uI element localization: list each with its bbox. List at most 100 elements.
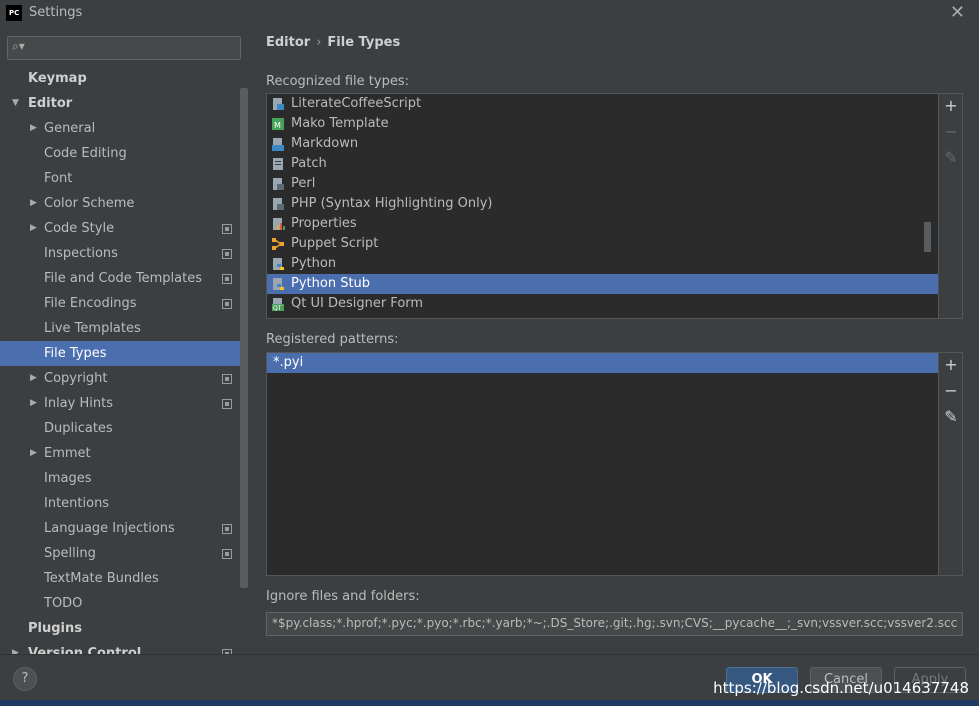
python-file-icon [273, 258, 284, 270]
ignore-files-field[interactable] [266, 612, 963, 636]
sidebar-item-code-style[interactable]: ▶ Code Style [0, 216, 240, 241]
list-item[interactable]: M Mako Template [267, 114, 938, 134]
properties-file-icon [273, 218, 285, 230]
chevron-right-icon[interactable]: ▶ [30, 366, 37, 391]
file-type-label: Properties [291, 216, 357, 231]
sidebar-item-keymap[interactable]: Keymap [0, 66, 240, 91]
sidebar-item-font[interactable]: Font [0, 166, 240, 191]
sidebar-item-code-editing[interactable]: Code Editing [0, 141, 240, 166]
list-item[interactable]: Patch [267, 154, 938, 174]
coffeescript-file-icon [273, 98, 284, 110]
sidebar-item-file-and-code-templates[interactable]: File and Code Templates [0, 266, 240, 291]
sidebar-item-file-types[interactable]: File Types [0, 341, 240, 366]
sidebar-item-label: TextMate Bundles [44, 571, 159, 586]
settings-search[interactable]: ⌕▾ [7, 36, 241, 60]
sidebar-item-label: Font [44, 171, 73, 186]
edit-file-type-button[interactable]: ✎ [943, 149, 959, 167]
ignore-files-input[interactable] [267, 613, 962, 633]
sidebar-item-duplicates[interactable]: Duplicates [0, 416, 240, 441]
project-scope-icon [222, 374, 232, 384]
sidebar-item-general[interactable]: ▶ General [0, 116, 240, 141]
breadcrumb-separator: › [316, 35, 322, 50]
close-icon[interactable]: ✕ [950, 2, 965, 23]
file-type-label: Qt UI Designer Form [291, 296, 424, 311]
sidebar-item-todo[interactable]: TODO [0, 591, 240, 616]
add-pattern-button[interactable]: + [943, 356, 959, 374]
sidebar-item-spelling[interactable]: Spelling [0, 541, 240, 566]
project-scope-icon [222, 549, 232, 559]
list-item[interactable]: *.pyi [267, 353, 938, 373]
settings-sidebar: ⌕▾ Keymap ▼ Editor ▶ General Code Editing … [0, 26, 249, 654]
project-scope-icon [222, 249, 232, 259]
sidebar-item-textmate-bundles[interactable]: TextMate Bundles [0, 566, 240, 591]
chevron-right-icon[interactable]: ▶ [30, 441, 37, 466]
patterns-toolbar: + − ✎ [938, 353, 962, 575]
sidebar-item-editor[interactable]: ▼ Editor [0, 91, 240, 116]
list-item[interactable]: QT Qt UI Designer Form [267, 294, 938, 314]
sidebar-item-plugins[interactable]: Plugins [0, 616, 240, 641]
sidebar-item-label: Color Scheme [44, 196, 135, 211]
sidebar-item-images[interactable]: Images [0, 466, 240, 491]
search-input[interactable] [32, 38, 236, 58]
chevron-right-icon[interactable]: ▶ [12, 641, 19, 654]
list-item[interactable]: Python Stub [267, 274, 938, 294]
svg-text:M: M [274, 121, 281, 130]
sidebar-item-inspections[interactable]: Inspections [0, 241, 240, 266]
sidebar-item-label: TODO [44, 596, 83, 611]
sidebar-item-label: Inspections [44, 246, 118, 261]
sidebar-item-label: Emmet [44, 446, 91, 461]
chevron-down-icon[interactable]: ▼ [12, 91, 19, 116]
perl-file-icon [273, 178, 284, 190]
qt-ui-file-icon: QT [272, 298, 284, 311]
sidebar-item-label: Images [44, 471, 92, 486]
list-item[interactable]: Perl [267, 174, 938, 194]
sidebar-item-file-encodings[interactable]: File Encodings [0, 291, 240, 316]
sidebar-item-language-injections[interactable]: Language Injections [0, 516, 240, 541]
list-item[interactable]: PHP (Syntax Highlighting Only) [267, 194, 938, 214]
sidebar-item-label: General [44, 121, 96, 136]
sidebar-scrollbar[interactable] [240, 88, 248, 588]
list-item[interactable]: Properties [267, 214, 938, 234]
sidebar-item-inlay-hints[interactable]: ▶ Inlay Hints [0, 391, 240, 416]
chevron-right-icon[interactable]: ▶ [30, 116, 37, 141]
project-scope-icon [222, 399, 232, 409]
list-item[interactable]: Puppet Script [267, 234, 938, 254]
sidebar-item-label: Intentions [44, 496, 110, 511]
add-file-type-button[interactable]: + [943, 97, 959, 115]
ignore-files-label: Ignore files and folders: [266, 589, 420, 604]
sidebar-item-version-control[interactable]: ▶ Version Control [0, 641, 240, 654]
recognized-types-toolbar: + − ✎ [938, 94, 962, 318]
chevron-right-icon[interactable]: ▶ [30, 216, 37, 241]
remove-pattern-button[interactable]: − [943, 382, 959, 400]
pycharm-logo-icon: PC [6, 5, 22, 21]
remove-file-type-button[interactable]: − [943, 123, 959, 141]
chevron-right-icon[interactable]: ▶ [30, 391, 37, 416]
recognized-types-scrollbar[interactable] [924, 222, 931, 252]
sidebar-item-label: Inlay Hints [44, 396, 113, 411]
sidebar-item-color-scheme[interactable]: ▶ Color Scheme [0, 191, 240, 216]
sidebar-item-label: File and Code Templates [44, 271, 202, 286]
registered-patterns-label: Registered patterns: [266, 332, 399, 347]
settings-tree: Keymap ▼ Editor ▶ General Code Editing Fon… [0, 66, 240, 654]
help-button[interactable]: ? [13, 667, 37, 691]
sidebar-item-label: Language Injections [44, 521, 175, 536]
title-bar: PC Settings ✕ [0, 0, 979, 26]
list-item[interactable]: LiterateCoffeeScript [267, 94, 938, 114]
recognized-types-label: Recognized file types: [266, 74, 409, 89]
file-type-label: Python [291, 256, 337, 271]
list-item[interactable]: Python [267, 254, 938, 274]
sidebar-item-label: File Types [44, 346, 107, 361]
edit-pattern-button[interactable]: ✎ [943, 408, 959, 426]
sidebar-item-label: Spelling [44, 546, 96, 561]
chevron-right-icon[interactable]: ▶ [30, 191, 37, 216]
sidebar-item-copyright[interactable]: ▶ Copyright [0, 366, 240, 391]
sidebar-item-label: File Encodings [44, 296, 137, 311]
search-icon: ⌕▾ [12, 39, 25, 53]
file-type-label: Markdown [291, 136, 359, 151]
sidebar-item-live-templates[interactable]: Live Templates [0, 316, 240, 341]
sidebar-item-intentions[interactable]: Intentions [0, 491, 240, 516]
mako-file-icon: M [272, 118, 284, 130]
sidebar-item-emmet[interactable]: ▶ Emmet [0, 441, 240, 466]
breadcrumb-parent[interactable]: Editor [266, 35, 310, 50]
list-item[interactable]: Markdown [267, 134, 938, 154]
